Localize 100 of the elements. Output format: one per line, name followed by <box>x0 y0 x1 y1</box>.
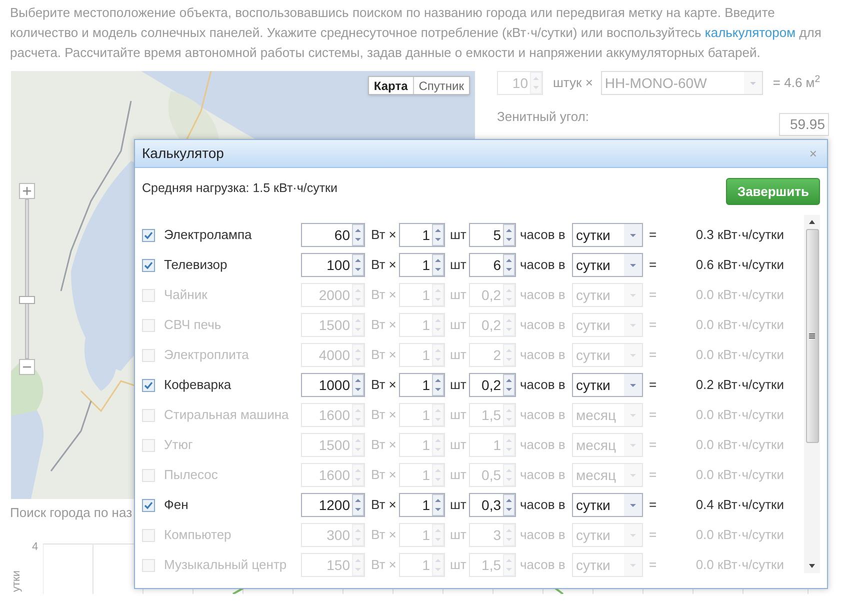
zoom-out-button[interactable] <box>19 359 35 375</box>
panel-count-field[interactable]: 10 <box>497 71 543 95</box>
spinner-icon[interactable] <box>503 224 515 246</box>
period-select[interactable]: сутки <box>572 343 643 367</box>
spinner-icon[interactable] <box>432 374 444 396</box>
count-field[interactable]: 1 <box>399 523 445 547</box>
count-field[interactable]: 1 <box>399 283 445 307</box>
equals-sign: = <box>649 496 657 514</box>
consumption-result: 0.6 кВт·ч/сутки <box>696 256 784 274</box>
watts-field[interactable]: 1000 <box>301 373 365 397</box>
hours-field[interactable]: 1 <box>469 433 516 457</box>
calculator-link[interactable]: калькулятором <box>704 25 796 40</box>
hours-field[interactable]: 6 <box>469 253 516 277</box>
panel-model-select[interactable]: HH-MONO-60W <box>600 71 763 95</box>
scrollbar[interactable] <box>804 215 820 573</box>
watts-field[interactable]: 4000 <box>301 343 365 367</box>
appliance-name: Фен <box>164 496 190 514</box>
hours-field[interactable]: 2 <box>469 343 516 367</box>
row-checkbox[interactable] <box>142 228 155 242</box>
spinner-icon[interactable] <box>352 224 364 246</box>
hours-field[interactable]: 0,2 <box>469 313 516 337</box>
period-select[interactable]: сутки <box>572 313 643 337</box>
hours-field[interactable]: 5 <box>469 223 516 247</box>
equals-sign: = <box>649 316 657 334</box>
spinner-icon[interactable] <box>352 254 364 276</box>
period-select[interactable]: сутки <box>572 553 643 577</box>
count-unit-label: шт <box>450 316 467 334</box>
row-checkbox[interactable] <box>142 378 155 392</box>
watts-field[interactable]: 1500 <box>301 433 365 457</box>
period-select[interactable]: сутки <box>572 223 643 247</box>
map-type-tab[interactable]: Спутник <box>412 77 469 94</box>
row-checkbox[interactable] <box>142 258 155 272</box>
watts-field[interactable]: 1500 <box>301 313 365 337</box>
spinner-icon[interactable] <box>352 494 364 516</box>
count-field[interactable]: 1 <box>399 493 445 517</box>
hours-field[interactable]: 0,2 <box>469 373 516 397</box>
count-field[interactable]: 1 <box>399 373 445 397</box>
spinner-icon[interactable] <box>503 254 515 276</box>
hours-field[interactable]: 0,3 <box>469 493 516 517</box>
period-select[interactable]: сутки <box>572 373 643 397</box>
zoom-in-button[interactable] <box>19 183 35 199</box>
period-select[interactable]: сутки <box>572 493 643 517</box>
watt-unit-label: Вт × <box>371 556 398 574</box>
watts-field[interactable]: 1600 <box>301 403 365 427</box>
watts-field[interactable]: 100 <box>301 253 365 277</box>
hours-unit-label: часов в <box>520 466 566 484</box>
period-select[interactable]: месяц <box>572 433 643 457</box>
appliance-name: Компьютер <box>164 526 232 544</box>
spinner-icon[interactable] <box>503 374 515 396</box>
count-field[interactable]: 1 <box>399 553 445 577</box>
period-select[interactable]: месяц <box>572 463 643 487</box>
grip-icon <box>809 333 815 339</box>
consumption-result: 0.0 кВт·ч/сутки <box>696 526 784 544</box>
equals-sign: = <box>649 436 657 454</box>
hours-unit-label: часов в <box>520 556 566 574</box>
hours-field[interactable]: 0,5 <box>469 463 516 487</box>
finish-button[interactable]: Завершить <box>726 178 820 205</box>
hours-field[interactable]: 1,5 <box>469 403 516 427</box>
checkmark-icon <box>144 500 153 510</box>
consumption-result: 0.0 кВт·ч/сутки <box>696 556 784 574</box>
watts-field[interactable]: 300 <box>301 523 365 547</box>
hours-unit-label: часов в <box>520 496 566 514</box>
watts-field[interactable]: 150 <box>301 553 365 577</box>
count-unit-label: шт <box>450 256 467 274</box>
count-field[interactable]: 1 <box>399 313 445 337</box>
scroll-thumb[interactable] <box>806 229 818 443</box>
count-field[interactable]: 1 <box>399 433 445 457</box>
period-select[interactable]: сутки <box>572 283 643 307</box>
close-button[interactable]: × <box>806 144 820 164</box>
spinner-icon[interactable] <box>432 494 444 516</box>
watts-field[interactable]: 1200 <box>301 493 365 517</box>
spinner-icon[interactable] <box>432 224 444 246</box>
zoom-handle[interactable] <box>19 296 35 304</box>
period-select[interactable]: сутки <box>572 523 643 547</box>
watts-field[interactable]: 1600 <box>301 463 365 487</box>
spinner-icon[interactable] <box>503 494 515 516</box>
count-field[interactable]: 1 <box>399 253 445 277</box>
spinner-icon[interactable] <box>432 254 444 276</box>
count-field[interactable]: 1 <box>399 403 445 427</box>
count-field[interactable]: 1 <box>399 223 445 247</box>
count-unit-label: шт <box>450 436 467 454</box>
hours-field[interactable]: 3 <box>469 523 516 547</box>
watt-unit-label: Вт × <box>371 226 398 244</box>
watts-field[interactable]: 60 <box>301 223 365 247</box>
map-type-tab[interactable]: Карта <box>368 77 413 94</box>
equals-sign: = <box>649 226 657 244</box>
count-field[interactable]: 1 <box>399 463 445 487</box>
period-select[interactable]: сутки <box>572 253 643 277</box>
hours-field[interactable]: 0,2 <box>469 283 516 307</box>
watts-field[interactable]: 2000 <box>301 283 365 307</box>
appliance-name: Музыкальный центр <box>164 556 288 574</box>
zenith-field[interactable]: 59.95 <box>779 113 829 136</box>
hours-field[interactable]: 1,5 <box>469 553 516 577</box>
zoom-slider[interactable] <box>19 199 35 359</box>
count-field[interactable]: 1 <box>399 343 445 367</box>
row-checkbox[interactable] <box>142 498 155 512</box>
panel-area-label: = 4.6 м$^{2}$ <box>772 73 820 92</box>
watt-unit-label: Вт × <box>371 466 398 484</box>
period-select[interactable]: месяц <box>572 403 643 427</box>
spinner-icon[interactable] <box>352 374 364 396</box>
